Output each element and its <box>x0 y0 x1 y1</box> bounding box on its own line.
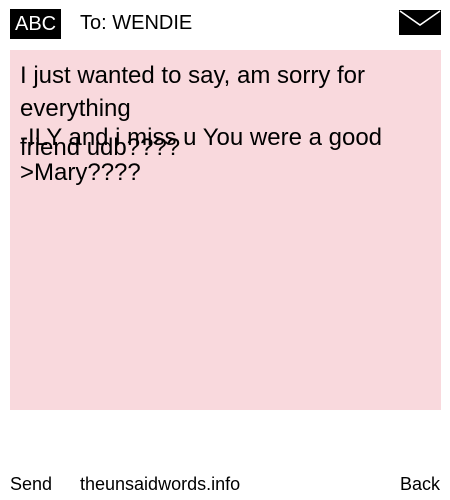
back-button[interactable]: Back <box>400 472 440 496</box>
message-line: I just wanted to say, am sorry for <box>20 62 366 89</box>
header-bar: ABC To: WENDIE <box>0 0 450 44</box>
message-line: >Mary???? <box>20 159 141 186</box>
send-button[interactable]: Send <box>10 472 52 496</box>
message-line: everything <box>20 95 131 122</box>
envelope-icon[interactable] <box>399 10 441 35</box>
recipient-label: To: WENDIE <box>80 12 193 34</box>
message-body[interactable]: I just wanted to say, am sorry for every… <box>10 50 441 410</box>
input-mode-badge[interactable]: ABC <box>10 9 62 39</box>
site-name: theunsaidwords.info <box>80 474 241 494</box>
message-line: -ILY and i miss u You were a good <box>20 124 383 151</box>
